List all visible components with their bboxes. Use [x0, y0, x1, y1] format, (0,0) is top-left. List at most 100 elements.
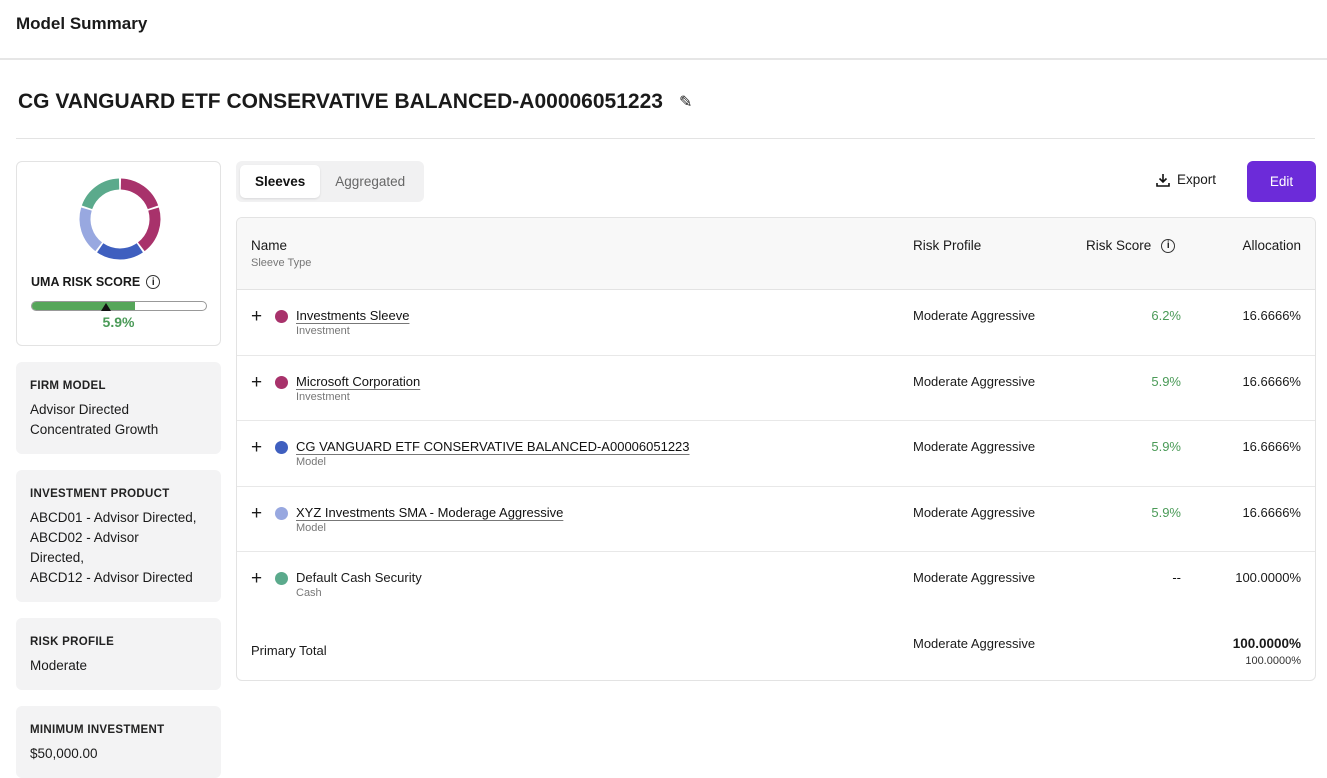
- donut-segment: [79, 207, 103, 252]
- allocation-donut: [79, 178, 161, 260]
- risk-score-cell: 5.9%: [1151, 504, 1181, 520]
- header-name: Name: [251, 238, 288, 253]
- risk-score-bar: [31, 301, 207, 311]
- total-allocation-sub: 100.0000%: [1245, 654, 1301, 667]
- color-dot-icon: [275, 375, 288, 389]
- divider: [16, 138, 1315, 139]
- page-header: Model Summary: [0, 0, 1327, 60]
- table-row: + Default Cash Security Cash Moderate Agg…: [237, 552, 1315, 618]
- donut-segment: [81, 178, 120, 210]
- risk-score-cell: --: [1172, 570, 1181, 585]
- risk-score-marker: [101, 303, 111, 311]
- sleeve-type: Investment: [296, 390, 350, 403]
- risk-profile-cell: Moderate Aggressive: [913, 504, 1036, 520]
- export-label: Export: [1177, 172, 1217, 187]
- sleeve-name-cell: XYZ Investments SMA - Moderage Aggressiv…: [296, 505, 563, 534]
- risk-score-header-text: Risk Score: [1086, 238, 1152, 253]
- donut-segment: [97, 243, 143, 260]
- edit-button[interactable]: Edit: [1247, 161, 1316, 202]
- sleeve-type: Model: [296, 521, 326, 534]
- sleeve-name-cell: Investments Sleeve Investment: [296, 308, 409, 337]
- info-card-value: ABCD02 - Advisor: [30, 530, 139, 545]
- sleeve-link[interactable]: CG VANGUARD ETF CONSERVATIVE BALANCED-A0…: [296, 439, 690, 454]
- sleeve-type: Cash: [296, 587, 322, 599]
- expand-plus-icon[interactable]: +: [251, 372, 262, 394]
- sleeve-type: Model: [296, 456, 326, 468]
- expand-plus-icon[interactable]: +: [251, 306, 262, 328]
- table-header: Name Sleeve Type Risk Profile Risk Score…: [237, 218, 1315, 290]
- info-card-value: Moderate: [30, 658, 88, 673]
- total-row: Primary Total Moderate Aggressive 100.00…: [237, 618, 1315, 681]
- view-tabs: Sleeves Aggregated: [236, 161, 425, 202]
- info-card-label: MINIMUM INVESTMENT: [30, 724, 165, 736]
- risk-score-cell: 5.9%: [1151, 439, 1181, 454]
- table-row: + CG VANGUARD ETF CONSERVATIVE BALANCED-…: [237, 421, 1315, 487]
- risk-profile-cell: Moderate Aggressive: [913, 439, 1036, 454]
- donut-segment: [120, 178, 159, 210]
- color-dot-icon: [275, 441, 288, 454]
- expand-plus-icon[interactable]: +: [251, 503, 262, 525]
- color-dot-icon: [275, 572, 288, 585]
- expand-plus-icon[interactable]: +: [251, 437, 262, 459]
- info-card-value: ABCD01 - Advisor Directed,: [30, 510, 197, 525]
- info-card-label: INVESTMENT PRODUCT: [30, 488, 170, 500]
- info-icon[interactable]: i: [1161, 238, 1176, 253]
- sleeve-name: Default Cash Security: [296, 570, 422, 585]
- info-card-value: $50,000.00: [30, 746, 98, 761]
- allocation-cell: 100.0000%: [1235, 570, 1301, 585]
- table-row: + Microsoft Corporation Investment Modera…: [237, 356, 1315, 421]
- info-card-value: Directed,: [30, 550, 85, 565]
- info-card: MINIMUM INVESTMENT $50,000.00: [16, 706, 221, 778]
- risk-profile-cell: Moderate Aggressive: [913, 373, 1036, 389]
- sleeve-name-cell: CG VANGUARD ETF CONSERVATIVE BALANCED-A0…: [296, 439, 690, 468]
- sleeve-link[interactable]: Investments Sleeve: [296, 308, 409, 323]
- tab-aggregated[interactable]: Aggregated: [320, 165, 420, 198]
- expand-plus-icon[interactable]: +: [251, 568, 262, 590]
- info-card-value: ABCD12 - Advisor Directed: [30, 570, 193, 585]
- sleeve-link[interactable]: XYZ Investments SMA - Moderage Aggressiv…: [296, 505, 563, 520]
- model-title: CG VANGUARD ETF CONSERVATIVE BALANCED-A0…: [18, 90, 663, 113]
- donut-segment: [137, 207, 161, 252]
- info-card: FIRM MODEL Advisor Directed Concentrated G…: [16, 362, 221, 454]
- download-icon: [1156, 173, 1170, 187]
- info-card-label: FIRM MODEL: [30, 380, 106, 392]
- tab-sleeves[interactable]: Sleeves: [240, 165, 321, 198]
- header-allocation: Allocation: [1242, 238, 1301, 253]
- header-risk-profile: Risk Profile: [913, 238, 982, 253]
- color-dot-icon: [275, 310, 288, 323]
- info-card-value: Advisor Directed: [30, 402, 130, 417]
- allocation-cell: 16.6666%: [1242, 504, 1301, 520]
- risk-profile-cell: Moderate Aggressive: [913, 308, 1036, 323]
- export-button[interactable]: Export: [1156, 172, 1216, 187]
- summary-sidebar: UMA RISK SCORE i 5.9% FIRM MODEL Advisor D…: [16, 161, 221, 778]
- total-label: Primary Total: [251, 642, 327, 658]
- sleeve-link[interactable]: Microsoft Corporation: [296, 374, 420, 389]
- sleeve-type: Investment: [296, 325, 350, 337]
- sleeve-name-cell: Microsoft Corporation Investment: [296, 374, 420, 403]
- risk-score-cell: 6.2%: [1151, 308, 1181, 323]
- risk-score-card: UMA RISK SCORE i 5.9%: [16, 161, 221, 346]
- info-card-label: RISK PROFILE: [30, 636, 115, 648]
- pencil-icon[interactable]: ✎: [679, 92, 692, 112]
- risk-score-fill: [32, 302, 135, 310]
- total-allocation: 100.0000%: [1232, 635, 1301, 651]
- header-sleeve-type: Sleeve Type: [251, 257, 312, 269]
- model-title-row: CG VANGUARD ETF CONSERVATIVE BALANCED-A0…: [18, 90, 692, 114]
- risk-score-cell: 5.9%: [1151, 373, 1181, 389]
- allocation-cell: 16.6666%: [1242, 439, 1301, 454]
- header-risk-score: Risk Score i: [1086, 238, 1176, 253]
- info-card: INVESTMENT PRODUCT ABCD01 - Advisor Direc…: [16, 470, 221, 602]
- allocation-cell: 16.6666%: [1242, 308, 1301, 323]
- total-risk-profile: Moderate Aggressive: [913, 635, 1036, 651]
- risk-score-value: 5.9%: [102, 314, 135, 330]
- uma-risk-score-label: UMA RISK SCORE i: [31, 275, 161, 289]
- uma-label-text: UMA RISK SCORE: [31, 275, 141, 289]
- table-row: + XYZ Investments SMA - Moderage Aggress…: [237, 487, 1315, 552]
- info-icon[interactable]: i: [146, 275, 161, 289]
- table-row: + Investments Sleeve Investment Moderate …: [237, 290, 1315, 356]
- sleeves-table: Name Sleeve Type Risk Profile Risk Score…: [236, 217, 1316, 681]
- sleeve-name-cell: Default Cash Security Cash: [296, 570, 422, 599]
- risk-profile-cell: Moderate Aggressive: [913, 570, 1036, 585]
- info-card: RISK PROFILE Moderate: [16, 618, 221, 690]
- info-card-value: Concentrated Growth: [30, 422, 159, 437]
